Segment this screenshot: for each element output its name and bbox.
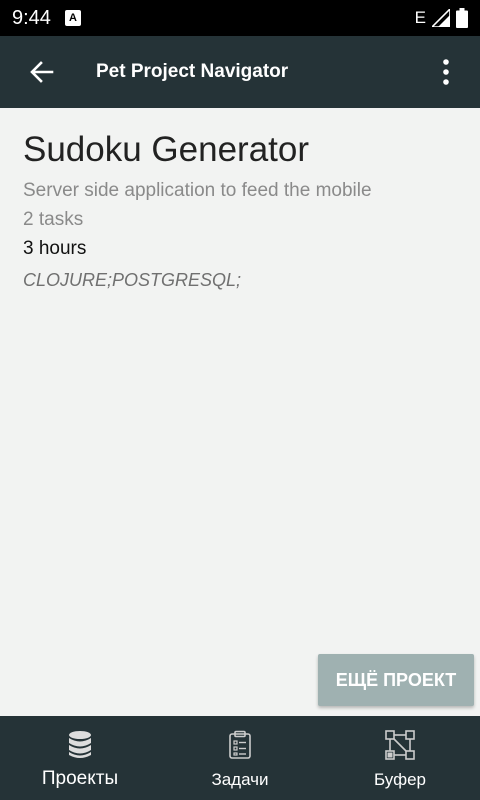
project-tags: CLOJURE;POSTGRESQL;	[23, 270, 242, 290]
nav-item-buffer[interactable]: Буфер	[320, 716, 480, 800]
project-hours: 3 hours	[23, 238, 87, 259]
status-time: 9:44	[12, 6, 51, 29]
network-icon	[385, 730, 415, 760]
more-project-button[interactable]: ЕЩЁ ПРОЕКТ	[318, 654, 474, 706]
back-button[interactable]	[14, 44, 70, 100]
nav-item-tasks[interactable]: Задачи	[160, 716, 320, 800]
overflow-menu-button[interactable]	[426, 44, 466, 100]
more-vertical-icon	[443, 59, 449, 85]
project-card: Sudoku Generator Server side application…	[0, 108, 480, 716]
status-bar: 9:44 A E	[0, 0, 480, 36]
bottom-navigation: Проекты Задачи Буфер	[0, 716, 480, 800]
project-tasks-count: 2 tasks	[23, 209, 84, 230]
nav-label-buffer: Буфер	[374, 770, 426, 789]
signal-icon	[432, 9, 450, 27]
status-indicators: E	[415, 8, 468, 28]
project-description: Server side application to feed the mobi…	[23, 180, 372, 201]
nav-label-projects: Проекты	[41, 768, 119, 789]
nav-label-tasks: Задачи	[211, 770, 269, 789]
app-title: Pet Project Navigator	[96, 61, 289, 82]
clipboard-icon	[229, 730, 251, 759]
app-bar: Pet Project Navigator	[0, 36, 480, 108]
network-type: E	[414, 8, 426, 27]
battery-icon	[456, 8, 468, 28]
notification-app-icon: A	[64, 10, 81, 26]
project-title: Sudoku Generator	[23, 130, 310, 169]
nav-item-projects[interactable]: Проекты	[0, 716, 160, 800]
database-icon	[69, 731, 91, 758]
arrow-left-icon	[30, 61, 54, 83]
